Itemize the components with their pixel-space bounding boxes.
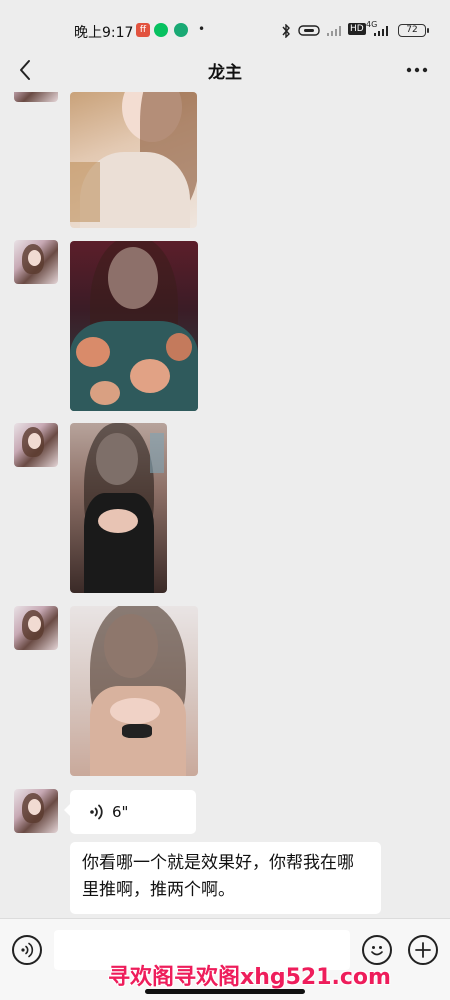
contact-avatar[interactable]	[14, 606, 58, 650]
status-time: 晚上9:17	[74, 25, 134, 41]
app-notification-icon: ff	[136, 23, 150, 37]
home-indicator[interactable]	[145, 989, 305, 994]
hd-badge: HD	[348, 23, 366, 35]
voice-duration: 6"	[112, 803, 129, 821]
more-notifications-dot: •	[198, 22, 206, 36]
image-message[interactable]	[70, 606, 198, 776]
voice-input-button[interactable]	[12, 935, 42, 965]
wechat-notification-icon	[154, 23, 168, 37]
contact-avatar[interactable]	[14, 92, 58, 102]
image-message[interactable]	[70, 423, 167, 593]
contact-avatar[interactable]	[14, 789, 58, 833]
status-bar: 晚上9:17 ff • HD 4G 72	[0, 0, 450, 52]
voice-message[interactable]: 6"	[64, 790, 196, 834]
contact-avatar[interactable]	[14, 423, 58, 467]
image-message[interactable]	[70, 241, 198, 411]
signal-icon-1	[327, 26, 341, 36]
input-bar: 寻欢阁寻欢阁xhg521.com	[0, 918, 450, 1000]
more-icon[interactable]	[404, 60, 430, 80]
more-actions-button[interactable]	[408, 935, 438, 965]
plus-icon	[415, 942, 431, 958]
bluetooth-icon	[282, 24, 290, 38]
chat-title: 龙主	[208, 63, 242, 83]
app-notification-icon-2	[174, 23, 188, 37]
contact-avatar[interactable]	[14, 240, 58, 284]
image-message[interactable]	[70, 92, 197, 228]
voice-icon	[90, 804, 103, 820]
message-list[interactable]: 6" 你看哪一个就是效果好，你帮我在哪里推啊，推两个啊。	[0, 92, 450, 918]
voice-toggle-icon	[21, 942, 34, 958]
signal-icon-2	[374, 26, 388, 36]
battery-indicator: 72	[398, 24, 429, 37]
text-message[interactable]: 你看哪一个就是效果好，你帮我在哪里推啊，推两个啊。	[70, 842, 381, 914]
chat-header: 龙主	[0, 52, 450, 92]
watermark: 寻欢阁寻欢阁xhg521.com	[108, 965, 391, 990]
vibrate-icon	[298, 25, 320, 36]
